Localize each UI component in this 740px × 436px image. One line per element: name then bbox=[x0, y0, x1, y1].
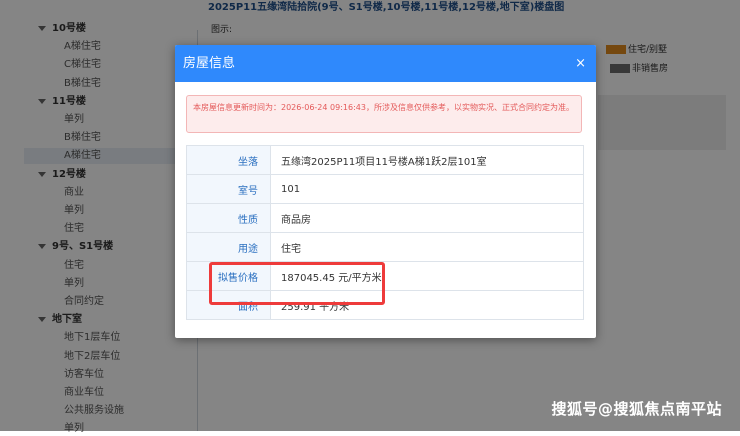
price-highlight-annotation bbox=[209, 262, 385, 305]
update-notice: 本房屋信息更新时间为：2026-06-24 09:16:43，所涉及信息仅供参考… bbox=[186, 95, 582, 133]
row-label-location: 坐落 bbox=[186, 145, 271, 175]
row-value-usage: 住宅 bbox=[270, 232, 584, 262]
row-value-property-type: 商品房 bbox=[270, 203, 584, 233]
table-row: 坐落 五缘湾2025P11项目11号楼A梯1跃2层101室 bbox=[186, 145, 584, 175]
close-icon[interactable]: × bbox=[575, 45, 586, 82]
dialog-header: 房屋信息 × bbox=[175, 45, 596, 82]
row-value-room-number: 101 bbox=[270, 174, 584, 204]
dialog-title: 房屋信息 bbox=[183, 56, 236, 71]
row-label-property-type: 性质 bbox=[186, 203, 271, 233]
table-row: 室号 101 bbox=[186, 174, 584, 204]
table-row: 用途 住宅 bbox=[186, 232, 584, 262]
watermark: 搜狐号@搜狐焦点南平站 bbox=[551, 400, 722, 418]
row-label-room-number: 室号 bbox=[186, 174, 271, 204]
table-row: 性质 商品房 bbox=[186, 203, 584, 233]
row-value-location: 五缘湾2025P11项目11号楼A梯1跃2层101室 bbox=[270, 145, 584, 175]
row-label-usage: 用途 bbox=[186, 232, 271, 262]
